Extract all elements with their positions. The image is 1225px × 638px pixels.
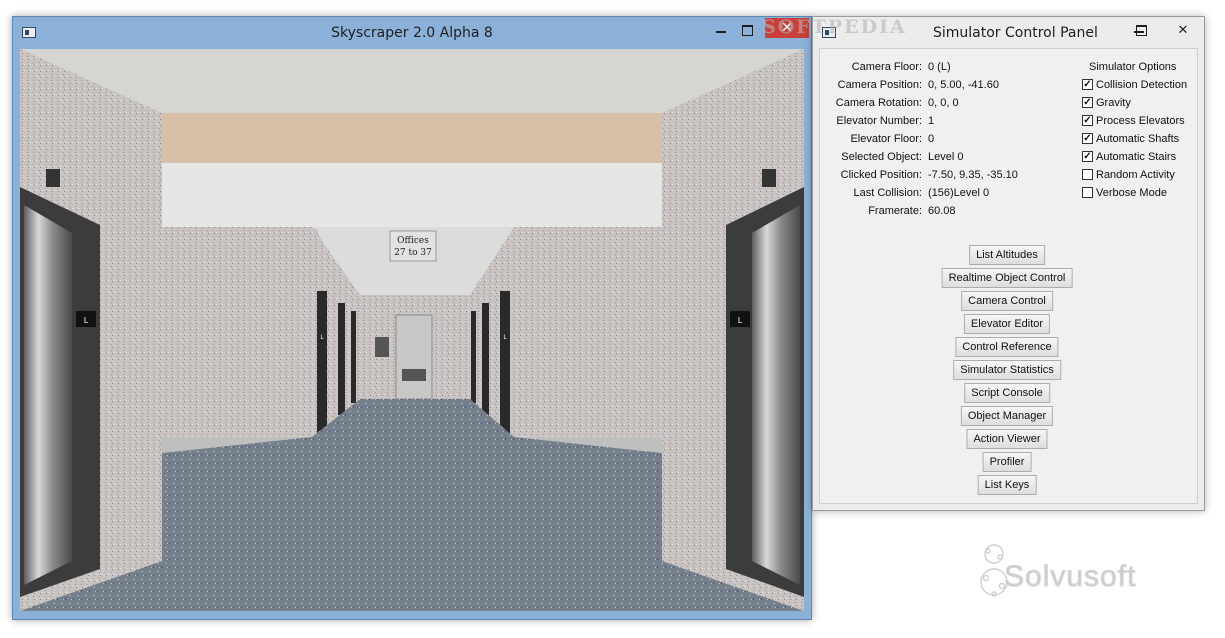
option-automatic-shafts[interactable]: Automatic Shafts xyxy=(1082,133,1179,149)
info-label: Elevator Floor: xyxy=(850,133,922,145)
info-value: 0, 5.00, -41.60 xyxy=(928,79,999,91)
option-label: Automatic Stairs xyxy=(1096,151,1177,163)
option-gravity[interactable]: Gravity xyxy=(1082,97,1131,113)
info-row: Camera Position: 0, 5.00, -41.60 xyxy=(820,79,1080,95)
info-row: Camera Floor: 0 (L) xyxy=(820,61,1080,77)
door-plate xyxy=(402,369,426,381)
object-manager-button[interactable]: Object Manager xyxy=(960,406,1054,426)
info-row: Clicked Position: -7.50, 9.35, -35.10 xyxy=(820,169,1080,185)
skyscraper-titlebar[interactable]: Skyscraper 2.0 Alpha 8 ✕ xyxy=(13,17,811,47)
info-label: Last Collision: xyxy=(853,187,922,199)
left-pillar-wall xyxy=(162,227,312,437)
control-panel-window: Simulator Control Panel ✕ Camera Floor: 0… xyxy=(812,16,1205,511)
maximize-icon[interactable] xyxy=(739,22,755,38)
info-label: Camera Floor: xyxy=(851,61,922,73)
skyscraper-window: Skyscraper 2.0 Alpha 8 ✕ L L L L Offices… xyxy=(12,16,812,620)
left-call-panel-label: L xyxy=(84,316,89,325)
info-value: Level 0 xyxy=(928,151,964,163)
hall-door-left-3 xyxy=(351,311,356,403)
right-call-panel-label: L xyxy=(738,316,743,325)
ceiling-beam xyxy=(162,113,662,163)
office-sign-line1: Offices xyxy=(397,236,429,246)
info-label: Selected Object: xyxy=(841,151,922,163)
close-icon[interactable]: ✕ xyxy=(1175,23,1191,39)
solvusoft-watermark: Solvusoft xyxy=(1003,560,1137,594)
checkbox[interactable] xyxy=(1082,97,1093,108)
info-label: Camera Position: xyxy=(837,79,922,91)
option-label: Gravity xyxy=(1096,97,1131,109)
right-pillar-wall xyxy=(514,227,662,437)
left-elevator-door xyxy=(24,205,72,585)
option-process-elevators[interactable]: Process Elevators xyxy=(1082,115,1185,131)
action-viewer-button[interactable]: Action Viewer xyxy=(966,429,1048,449)
minimize-icon[interactable] xyxy=(713,22,729,38)
option-label: Collision Detection xyxy=(1096,79,1188,91)
checkbox[interactable] xyxy=(1082,79,1093,90)
info-row: Elevator Number: 1 xyxy=(820,115,1080,131)
maximize-icon[interactable] xyxy=(1133,22,1149,38)
elevator-editor-button[interactable]: Elevator Editor xyxy=(963,314,1051,334)
info-label: Clicked Position: xyxy=(840,169,922,181)
camera-control-button[interactable]: Camera Control xyxy=(961,291,1053,311)
info-value: 60.08 xyxy=(928,205,956,217)
checkbox[interactable] xyxy=(1082,133,1093,144)
hall-door-right-2 xyxy=(482,303,489,415)
option-automatic-stairs[interactable]: Automatic Stairs xyxy=(1082,151,1176,167)
info-value: 0, 0, 0 xyxy=(928,97,959,109)
info-value: 1 xyxy=(928,115,935,127)
info-label: Camera Rotation: xyxy=(835,97,922,109)
option-label: Automatic Shafts xyxy=(1096,133,1180,145)
checkbox[interactable] xyxy=(1082,115,1093,126)
option-collision-detection[interactable]: Collision Detection xyxy=(1082,79,1187,95)
3d-viewport[interactable]: L L L L Offices 27 to 37 xyxy=(20,49,804,611)
control-panel-client: Camera Floor: 0 (L) Camera Position: 0, 5.0… xyxy=(819,48,1198,504)
option-label: Verbose Mode xyxy=(1096,187,1167,199)
option-random-activity[interactable]: Random Activity xyxy=(1082,169,1175,185)
info-row: Elevator Floor: 0 xyxy=(820,133,1080,149)
checkbox[interactable] xyxy=(1082,187,1093,198)
option-verbose-mode[interactable]: Verbose Mode xyxy=(1082,187,1167,203)
info-row: Framerate: 60.08 xyxy=(820,205,1080,221)
skyscraper-window-title: Skyscraper 2.0 Alpha 8 xyxy=(331,25,493,41)
info-value: 0 xyxy=(928,133,935,145)
list-altitudes-button[interactable]: List Altitudes xyxy=(969,245,1045,265)
softpedia-watermark: SOFTPEDIA xyxy=(762,16,907,38)
checkbox[interactable] xyxy=(1082,169,1093,180)
hall-door-right-1 xyxy=(500,291,510,433)
wall-panel xyxy=(375,337,389,357)
right-floor-indicator xyxy=(762,169,776,187)
info-value: 0 (L) xyxy=(928,61,951,73)
hallway-scene: L L L L Offices 27 to 37 xyxy=(20,49,804,611)
ceiling-soffit xyxy=(162,163,662,227)
info-value: -7.50, 9.35, -35.10 xyxy=(928,169,1018,181)
script-console-button[interactable]: Script Console xyxy=(964,383,1050,403)
info-label: Framerate: xyxy=(868,205,922,217)
checkbox[interactable] xyxy=(1082,151,1093,162)
option-label: Random Activity xyxy=(1096,169,1175,181)
left-floor-indicator xyxy=(46,169,60,187)
hall-door-left-1 xyxy=(317,291,327,433)
control-panel-title: Simulator Control Panel xyxy=(933,25,1098,41)
info-value: (156)Level 0 xyxy=(928,187,990,199)
option-label: Process Elevators xyxy=(1096,115,1185,127)
right-elevator-door xyxy=(752,205,800,585)
info-row: Selected Object: Level 0 xyxy=(820,151,1080,167)
realtime-object-control-button[interactable]: Realtime Object Control xyxy=(941,268,1073,288)
hall-door-left-2 xyxy=(338,303,345,415)
control-reference-button[interactable]: Control Reference xyxy=(955,337,1059,357)
info-row: Camera Rotation: 0, 0, 0 xyxy=(820,97,1080,113)
info-row: Last Collision: (156)Level 0 xyxy=(820,187,1080,203)
hall-door-right-3 xyxy=(471,311,476,403)
simulator-options-title: Simulator Options xyxy=(1089,61,1177,73)
profiler-button[interactable]: Profiler xyxy=(982,452,1032,472)
info-label: Elevator Number: xyxy=(836,115,922,127)
list-keys-button[interactable]: List Keys xyxy=(977,475,1037,495)
simulator-statistics-button[interactable]: Simulator Statistics xyxy=(953,360,1061,380)
office-sign-line2: 27 to 37 xyxy=(394,248,432,258)
back-door xyxy=(395,314,433,400)
